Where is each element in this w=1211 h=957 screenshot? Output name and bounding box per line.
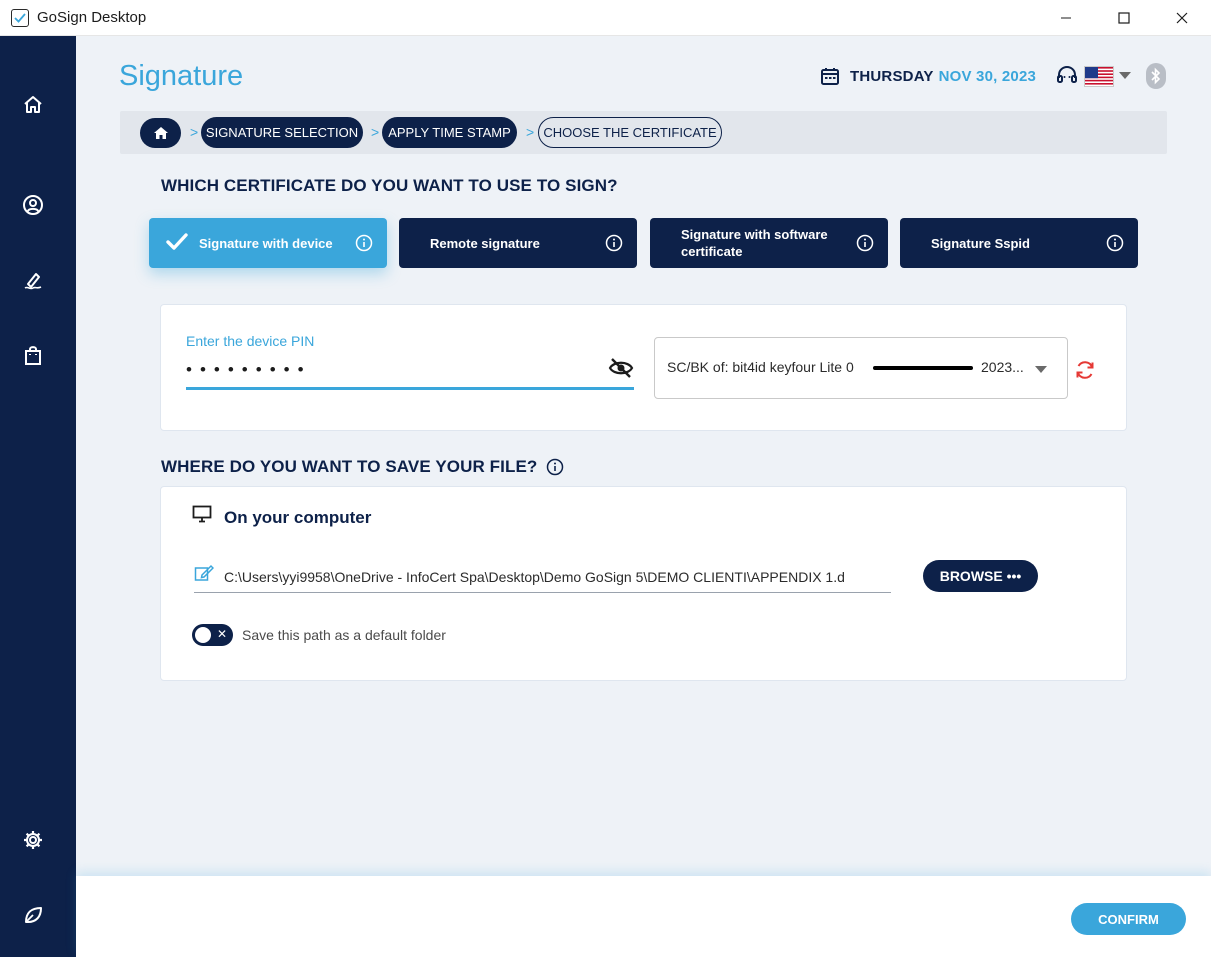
chevron-right-icon: > — [526, 124, 535, 140]
breadcrumb: > SIGNATURE SELECTION > APPLY TIME STAMP… — [120, 111, 1167, 154]
option-label: Signature with software certificate — [681, 227, 828, 259]
redacted-serial — [873, 366, 973, 370]
refresh-icon[interactable] — [1074, 359, 1096, 381]
date-display: THURSDAY NOV 30, 2023 — [820, 66, 1036, 86]
home-icon — [153, 127, 168, 139]
option-label: Remote signature — [430, 235, 540, 251]
edit-icon — [194, 564, 214, 581]
pin-label: Enter the device PIN — [186, 333, 315, 349]
sidebar-item-profile[interactable] — [20, 192, 46, 218]
pin-input-underline — [186, 387, 634, 390]
us-flag-icon[interactable] — [1084, 66, 1114, 87]
breadcrumb-choose-certificate[interactable]: CHOOSE THE CERTIFICATE — [538, 117, 722, 148]
eye-off-icon[interactable] — [608, 357, 634, 379]
sidebar-item-shop[interactable] — [20, 342, 46, 368]
shopping-bag-icon — [25, 346, 41, 365]
save-question-text: WHERE DO YOU WANT TO SAVE YOUR FILE? — [161, 457, 538, 476]
save-path-input[interactable]: C:\Users\yyi9958\OneDrive - InfoCert Spa… — [224, 569, 890, 585]
window-title: GoSign Desktop — [37, 9, 147, 26]
info-icon[interactable] — [546, 458, 564, 476]
info-icon[interactable] — [355, 234, 373, 252]
confirm-button[interactable]: CONFIRM — [1071, 903, 1186, 935]
device-pin-card: Enter the device PIN ••••••••• SC/BK of:… — [160, 304, 1127, 431]
sidebar-item-settings[interactable] — [20, 827, 46, 853]
option-remote-signature[interactable]: Remote signature — [399, 218, 637, 268]
save-location-card: On your computer C:\Users\yyi9958\OneDri… — [160, 486, 1127, 681]
date-value: NOV 30, 2023 — [938, 67, 1037, 85]
default-folder-toggle[interactable]: ✕ — [192, 624, 233, 646]
bluetooth-icon — [1146, 63, 1166, 89]
monitor-icon — [192, 505, 212, 523]
chevron-right-icon: > — [371, 124, 380, 140]
device-select[interactable]: SC/BK of: bit4id keyfour Lite 0 2023... — [654, 337, 1068, 399]
breadcrumb-signature-selection[interactable]: SIGNATURE SELECTION — [201, 117, 363, 148]
option-signature-sspid[interactable]: Signature Sspid — [900, 218, 1138, 268]
save-question: WHERE DO YOU WANT TO SAVE YOUR FILE? — [161, 457, 564, 477]
certificate-question: WHICH CERTIFICATE DO YOU WANT TO USE TO … — [161, 176, 618, 195]
date-day: THURSDAY — [850, 67, 934, 85]
user-icon — [23, 195, 43, 215]
sidebar-item-home[interactable] — [20, 92, 46, 118]
sidebar-item-sign[interactable] — [20, 267, 46, 293]
headset-icon[interactable] — [1055, 64, 1079, 88]
maximize-icon — [1118, 12, 1130, 24]
sidebar-item-eco[interactable] — [20, 902, 46, 928]
window-titlebar: GoSign Desktop — [0, 0, 1211, 36]
gear-icon — [24, 831, 42, 849]
leaf-icon — [25, 907, 42, 923]
sidebar — [0, 36, 76, 957]
breadcrumb-home[interactable] — [140, 118, 181, 148]
option-software-certificate[interactable]: Signature with software certificate — [650, 218, 888, 268]
option-label: Signature Sspid — [931, 235, 1030, 251]
chevron-right-icon: > — [190, 124, 199, 140]
close-icon: ✕ — [217, 627, 228, 641]
device-select-suffix: 2023... — [981, 359, 1024, 375]
toggle-knob — [195, 627, 211, 643]
main-content: Signature THURSDAY NOV 30, 2023 > SIGNAT… — [76, 36, 1211, 876]
chevron-down-icon — [1035, 366, 1047, 373]
minimize-icon — [1061, 17, 1071, 19]
info-icon[interactable] — [1106, 234, 1124, 252]
save-location-title: On your computer — [224, 508, 372, 527]
sign-pen-icon — [24, 273, 42, 290]
window-controls — [1037, 0, 1211, 36]
info-icon[interactable] — [605, 234, 623, 252]
maximize-button[interactable] — [1095, 0, 1153, 36]
language-dropdown-caret[interactable] — [1119, 72, 1131, 79]
checkmark-icon — [166, 233, 188, 250]
page-title: Signature — [119, 60, 244, 92]
option-signature-with-device[interactable]: Signature with device — [149, 218, 387, 268]
device-select-value: SC/BK of: bit4id keyfour Lite 0 — [667, 359, 854, 375]
browse-button[interactable]: BROWSE ••• — [923, 560, 1038, 592]
option-label: Signature with device — [199, 235, 333, 251]
close-icon — [1176, 12, 1188, 24]
footer-bar: CONFIRM — [76, 876, 1211, 957]
minimize-button[interactable] — [1037, 0, 1095, 36]
save-path-underline — [194, 592, 891, 593]
pin-input[interactable]: ••••••••• — [186, 360, 312, 380]
info-icon[interactable] — [856, 234, 874, 252]
breadcrumb-apply-time-stamp[interactable]: APPLY TIME STAMP — [382, 117, 517, 148]
home-icon — [24, 96, 42, 113]
calendar-icon — [821, 68, 839, 85]
default-folder-label: Save this path as a default folder — [242, 627, 446, 643]
close-button[interactable] — [1153, 0, 1211, 36]
app-logo-icon — [11, 8, 29, 27]
